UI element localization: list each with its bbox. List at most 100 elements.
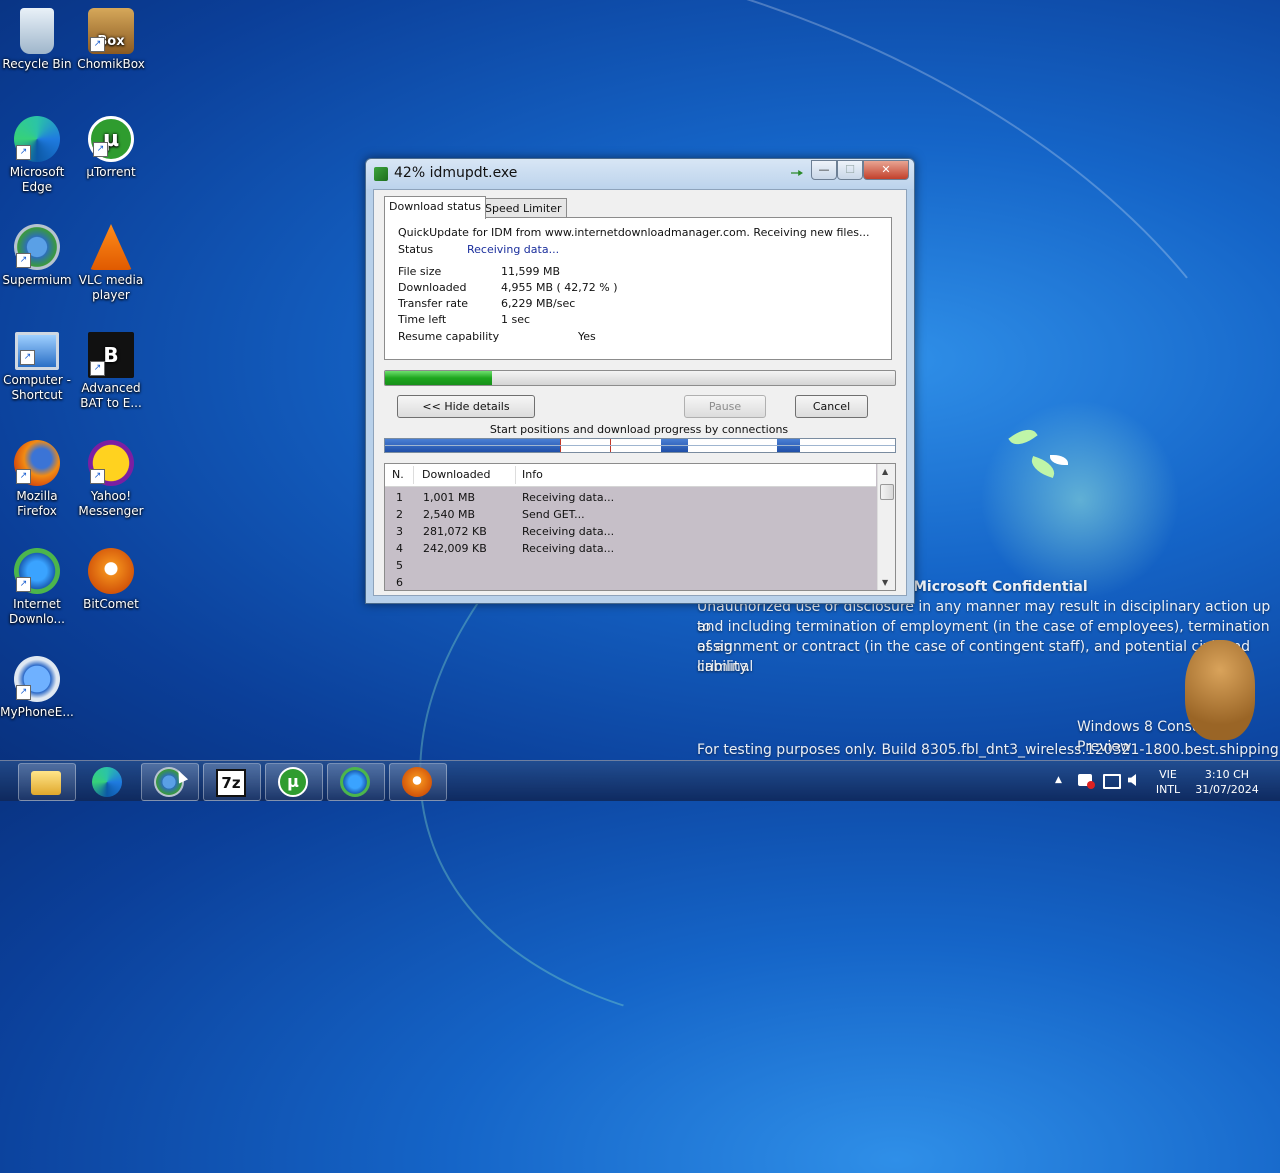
- desktop-icon-computer[interactable]: ↗ Computer - Shortcut: [0, 332, 74, 403]
- clock[interactable]: 3:10 CH 31/07/2024: [1192, 767, 1262, 797]
- keyboard-layout: INTL: [1155, 783, 1181, 796]
- row-downloaded: 1,001 MB: [423, 491, 476, 504]
- language-code: VIE: [1159, 768, 1177, 781]
- edge-icon: ↗: [14, 116, 60, 162]
- row-info: Receiving data...: [522, 542, 615, 555]
- idm-download-dialog: 42% idmupdt.exe — ☐ ✕ Download status Sp…: [365, 158, 915, 604]
- connections-list[interactable]: N. Downloaded Info 1 1,001 MB Receiving da…: [384, 463, 896, 591]
- table-row[interactable]: 1 1,001 MB Receiving data...: [385, 489, 876, 506]
- edge-icon: [92, 767, 122, 797]
- idm-globe-icon: [340, 767, 370, 797]
- table-row[interactable]: 6: [385, 574, 876, 590]
- clock-time: 3:10 CH: [1204, 768, 1250, 781]
- desktop-icon-myphoneexplorer[interactable]: ↗ MyPhoneE...: [0, 656, 74, 720]
- row-info: Receiving data...: [522, 525, 615, 538]
- maximize-button[interactable]: ☐: [837, 160, 863, 180]
- desktop-icon-chomikbox[interactable]: Box ↗ ChomikBox: [74, 8, 148, 72]
- row-number: 2: [396, 508, 403, 521]
- desktop-icon-idm[interactable]: ↗ Internet Downlo...: [0, 548, 74, 627]
- desktop-icon-recycle-bin[interactable]: Recycle Bin: [0, 8, 74, 72]
- taskbar-idm[interactable]: [327, 763, 385, 801]
- connections-progress-bar: [384, 438, 896, 453]
- arrow-icon: [791, 170, 803, 176]
- column-separator: [515, 466, 516, 484]
- row-number: 5: [396, 559, 403, 572]
- bat-to-exe-icon: B ↗: [88, 332, 134, 378]
- row-number: 1: [396, 491, 403, 504]
- table-row[interactable]: 2 2,540 MB Send GET...: [385, 506, 876, 523]
- table-row[interactable]: 3 281,072 KB Receiving data...: [385, 523, 876, 540]
- tab-speed-limiter[interactable]: Speed Limiter: [480, 198, 567, 218]
- watermark-heading: Microsoft Confidential: [913, 579, 1088, 595]
- scroll-down-arrow-icon[interactable]: ▼: [882, 578, 888, 587]
- time-left-value: 1 sec: [501, 313, 531, 326]
- hamster-mascot: [1185, 640, 1255, 740]
- taskbar-bitcomet[interactable]: [389, 763, 447, 801]
- volume-muted-icon[interactable]: [1128, 774, 1136, 786]
- desktop-icon-supermium[interactable]: ↗ Supermium: [0, 224, 74, 288]
- watermark-build: For testing purposes only. Build 8305.fb…: [697, 742, 1279, 758]
- list-header: N. Downloaded Info: [385, 464, 876, 487]
- supermium-icon: ↗: [14, 224, 60, 270]
- column-separator: [413, 466, 414, 484]
- downloaded-value: 4,955 MB ( 42,72 % ): [501, 281, 618, 294]
- dialog-titlebar[interactable]: 42% idmupdt.exe — ☐ ✕: [366, 159, 914, 189]
- input-language-indicator[interactable]: VIE INTL: [1152, 767, 1184, 797]
- row-downloaded: 281,072 KB: [423, 525, 487, 538]
- dialog-client-area: Download status Speed Limiter QuickUpdat…: [373, 189, 907, 596]
- close-button[interactable]: ✕: [863, 160, 909, 180]
- scrollbar-thumb[interactable]: [880, 484, 894, 500]
- status-label: Status: [398, 243, 434, 256]
- status-message: QuickUpdate for IDM from www.internetdow…: [398, 226, 870, 239]
- download-progress-bar: [384, 370, 896, 386]
- minimize-button[interactable]: —: [811, 160, 837, 180]
- desktop-icon-yahoo-messenger[interactable]: ↗ Yahoo! Messenger: [74, 440, 148, 519]
- desktop-icon-vlc[interactable]: VLC media player: [74, 224, 148, 303]
- column-header-info[interactable]: Info: [522, 468, 543, 481]
- file-size-value: 11,599 MB: [501, 265, 561, 278]
- dialog-title: 42% idmupdt.exe: [394, 165, 518, 181]
- desktop-icon-edge[interactable]: ↗ Microsoft Edge: [0, 116, 74, 195]
- utorrent-icon: µ ↗: [88, 116, 134, 162]
- connections-caption: Start positions and download progress by…: [489, 423, 789, 436]
- vlc-cone-icon: [90, 224, 132, 270]
- desktop-icon-bitcomet[interactable]: BitComet: [74, 548, 148, 612]
- cancel-button[interactable]: Cancel: [795, 395, 868, 418]
- taskbar-7zip[interactable]: 7z: [203, 763, 261, 801]
- row-info: Send GET...: [522, 508, 585, 521]
- transfer-rate-value: 6,229 MB/sec: [501, 297, 576, 310]
- action-center-flag-icon[interactable]: [1078, 774, 1095, 789]
- table-row[interactable]: 5: [385, 557, 876, 574]
- desktop-icon-utorrent[interactable]: µ ↗ µTorrent: [74, 116, 148, 180]
- hide-details-button[interactable]: << Hide details: [397, 395, 535, 418]
- idm-globe-icon: ↗: [14, 548, 60, 594]
- watermark-line: liability.: [697, 659, 751, 675]
- resume-capability-label: Resume capability: [398, 330, 500, 343]
- taskbar-utorrent[interactable]: µ: [265, 763, 323, 801]
- taskbar-supermium[interactable]: [141, 763, 199, 801]
- firefox-icon: ↗: [14, 440, 60, 486]
- utorrent-icon: µ: [278, 767, 308, 797]
- pause-button[interactable]: Pause: [684, 395, 766, 418]
- idm-app-icon: [374, 167, 388, 181]
- taskbar-edge[interactable]: [79, 763, 137, 801]
- scroll-up-arrow-icon[interactable]: ▲: [882, 467, 888, 476]
- yahoo-smiley-icon: ↗: [88, 440, 134, 486]
- hamster-icon: Box ↗: [88, 8, 134, 54]
- clock-date: 31/07/2024: [1195, 783, 1259, 796]
- table-row[interactable]: 4 242,009 KB Receiving data...: [385, 540, 876, 557]
- column-header-downloaded[interactable]: Downloaded: [422, 468, 490, 481]
- bitcomet-icon: [402, 767, 432, 797]
- myphoneexplorer-icon: ↗: [14, 656, 60, 702]
- desktop-icon-bat-to-exe[interactable]: B ↗ Advanced BAT to E...: [74, 332, 148, 411]
- tab-download-status[interactable]: Download status: [384, 196, 486, 219]
- network-icon[interactable]: [1103, 774, 1121, 789]
- list-scrollbar[interactable]: ▲ ▼: [877, 464, 895, 590]
- desktop-icon-firefox[interactable]: ↗ Mozilla Firefox: [0, 440, 74, 519]
- bitcomet-icon: [88, 548, 134, 594]
- taskbar-file-explorer[interactable]: [18, 763, 76, 801]
- row-info: Receiving data...: [522, 491, 615, 504]
- recycle-bin-icon: [20, 8, 54, 54]
- show-hidden-icons-button[interactable]: ▲: [1055, 773, 1062, 788]
- column-header-n[interactable]: N.: [392, 468, 404, 481]
